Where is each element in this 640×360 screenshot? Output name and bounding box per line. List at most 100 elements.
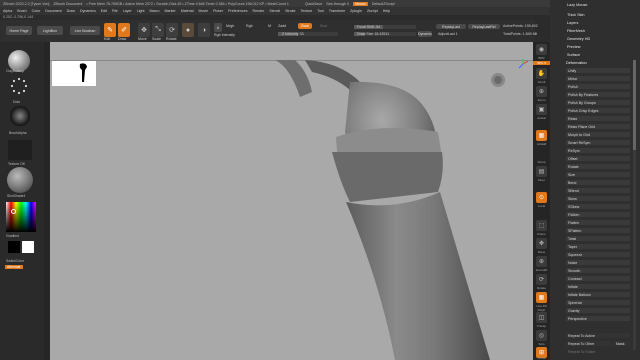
- deform-twist[interactable]: Twist: [566, 236, 630, 241]
- menu-zscript[interactable]: Zscript: [367, 9, 378, 13]
- floor-button[interactable]: ▤: [536, 166, 547, 177]
- menu-brush[interactable]: Brush: [17, 9, 26, 13]
- menu-transform[interactable]: Transform: [329, 9, 345, 13]
- deform-smooth[interactable]: Smooth: [566, 268, 630, 273]
- actual-button[interactable]: ▣: [536, 104, 547, 115]
- bpr-button[interactable]: ◉: [536, 44, 547, 55]
- a-button[interactable]: A: [214, 23, 222, 32]
- deform-spherize[interactable]: Spherize: [566, 300, 630, 305]
- menu-light[interactable]: Light: [137, 9, 145, 13]
- deform-bend[interactable]: Bend: [566, 180, 630, 185]
- deform-skew[interactable]: Skew: [566, 196, 630, 201]
- menu-render[interactable]: Render: [253, 9, 265, 13]
- menu-draw[interactable]: Draw: [67, 9, 75, 13]
- tray-fibermesh[interactable]: FiberMesh: [567, 29, 585, 33]
- deform-rotate[interactable]: Rotate: [566, 164, 630, 169]
- deform-contract[interactable]: Contract: [566, 276, 630, 281]
- deform-relax-plane-grid[interactable]: Relax Plane Grid: [566, 124, 630, 129]
- menu-dynamics[interactable]: Dynamics: [80, 9, 96, 13]
- tray-surface[interactable]: Surface: [567, 53, 580, 57]
- deform-inflate[interactable]: Inflate: [566, 284, 630, 289]
- switch-color-button[interactable]: SwitchColor: [6, 259, 24, 263]
- primary-color-swatch[interactable]: [8, 241, 20, 253]
- deform-polish[interactable]: Polish: [566, 84, 630, 89]
- lightbox-button[interactable]: LightBox: [37, 26, 63, 35]
- deform-relax[interactable]: Relax: [566, 116, 630, 121]
- tray-preview[interactable]: Preview: [567, 45, 581, 49]
- repeat-to-other-button[interactable]: Repeat To Other: [566, 341, 612, 346]
- menu-texture[interactable]: Texture: [301, 9, 313, 13]
- deform-resym[interactable]: ReSym: [566, 148, 630, 153]
- menu-picker[interactable]: Picker: [213, 9, 223, 13]
- deform-sbend[interactable]: SBend: [566, 188, 630, 193]
- deform-unify[interactable]: Unify: [566, 68, 630, 73]
- menu-color[interactable]: Color: [32, 9, 41, 13]
- menu-material[interactable]: Material: [181, 9, 194, 13]
- tray-scrollbar-thumb[interactable]: [633, 60, 636, 150]
- deform-polish-by-features[interactable]: Polish By Features: [566, 92, 630, 97]
- replay-last-button[interactable]: ReplayLast: [436, 24, 466, 29]
- repeat-to-folder-button[interactable]: Repeat To Folder: [566, 349, 630, 354]
- axis-gizmo[interactable]: [518, 59, 529, 69]
- deform-gravity[interactable]: Gravity: [566, 308, 630, 313]
- menu-stencil[interactable]: Stencil: [269, 9, 280, 13]
- spix-slider[interactable]: SPix 3: [533, 61, 550, 65]
- tray-thick-skin[interactable]: Thick Skin: [567, 13, 585, 17]
- tray-lazy-mouse[interactable]: Lazy Mouse: [567, 3, 587, 7]
- menu-stroke[interactable]: Stroke: [285, 9, 295, 13]
- menu-edit[interactable]: Edit: [101, 9, 107, 13]
- repeat-to-active-button[interactable]: Repeat To Active: [566, 333, 630, 338]
- rgb-toggle[interactable]: Rgb: [246, 24, 253, 28]
- menu-file[interactable]: File: [112, 9, 118, 13]
- live-boolean-button[interactable]: Live Boolean: [70, 26, 100, 35]
- secondary-color-swatch[interactable]: [22, 241, 34, 253]
- menu-marker[interactable]: Marker: [165, 9, 176, 13]
- deform-flatten-a[interactable]: FlAtten: [566, 212, 630, 217]
- zsub-toggle[interactable]: Zsub: [298, 23, 312, 29]
- dynamic-toggle[interactable]: Dynamic: [418, 31, 432, 37]
- stroke-thumbnail[interactable]: [10, 77, 28, 95]
- polyframe-button[interactable]: ▦: [536, 292, 547, 303]
- zadd-toggle[interactable]: Zadd: [278, 24, 286, 28]
- edit-mode-button[interactable]: ✎: [104, 23, 116, 37]
- local-button[interactable]: ⊙: [536, 192, 547, 203]
- scale-mode-button[interactable]: ⤡: [152, 23, 164, 37]
- deform-perspective[interactable]: Perspective: [566, 316, 630, 321]
- zoom3d-button[interactable]: ⊕: [536, 256, 547, 267]
- default-zscript-button[interactable]: DefaultZScript: [372, 2, 395, 6]
- menu-movie[interactable]: Movie: [199, 9, 209, 13]
- rgb-intensity-slider[interactable]: Rgb Intensity: [214, 33, 235, 37]
- tray-geometry-hd[interactable]: Geometry HD: [567, 37, 590, 41]
- deform-size[interactable]: Size: [566, 172, 630, 177]
- material-thumbnail[interactable]: [7, 167, 33, 193]
- deform-inflate-balloon[interactable]: Inflate Balloon: [566, 292, 630, 297]
- menu-zplugin[interactable]: Zplugin: [350, 9, 362, 13]
- transp-button[interactable]: ◫: [536, 312, 547, 323]
- deform-sflatten[interactable]: SFlatten: [566, 228, 630, 233]
- deform-polish-crisp-edges[interactable]: Polish Crisp Edges: [566, 108, 630, 113]
- deform-offset[interactable]: Offset: [566, 156, 630, 161]
- deform-mirror[interactable]: Mirror: [566, 76, 630, 81]
- move-view-button[interactable]: ✥: [536, 238, 547, 249]
- menu-macro[interactable]: Macro: [150, 9, 160, 13]
- persp-toggle[interactable]: Persp: [533, 160, 550, 164]
- sculpt-model[interactable]: [50, 42, 533, 360]
- deform-squeeze[interactable]: Squeeze: [566, 252, 630, 257]
- solo-button[interactable]: ◎: [536, 330, 547, 341]
- alternate-button[interactable]: Alternate: [5, 265, 23, 269]
- menu-help[interactable]: Help: [383, 9, 390, 13]
- rotate-view-button[interactable]: ⟳: [536, 274, 547, 285]
- rotate-mode-button[interactable]: ⟳: [166, 23, 178, 37]
- color-picker-cursor[interactable]: [11, 209, 16, 214]
- material-swatch[interactable]: ●: [182, 23, 194, 37]
- scroll-button[interactable]: ✋: [536, 68, 547, 79]
- menu-tool[interactable]: Tool: [317, 9, 324, 13]
- tray-layers[interactable]: Layers: [567, 21, 578, 25]
- home-page-button[interactable]: Home Page: [6, 26, 32, 35]
- color-picker[interactable]: [6, 202, 36, 232]
- deform-smart-resym[interactable]: Smart ReSym: [566, 140, 630, 145]
- adjust-last-slider[interactable]: AdjustLast 1: [438, 32, 458, 36]
- replay-last-rel-button[interactable]: ReplayLastRel: [468, 24, 500, 29]
- tray-scrollbar[interactable]: [633, 60, 636, 350]
- texture-swatch[interactable]: ◑: [198, 23, 210, 37]
